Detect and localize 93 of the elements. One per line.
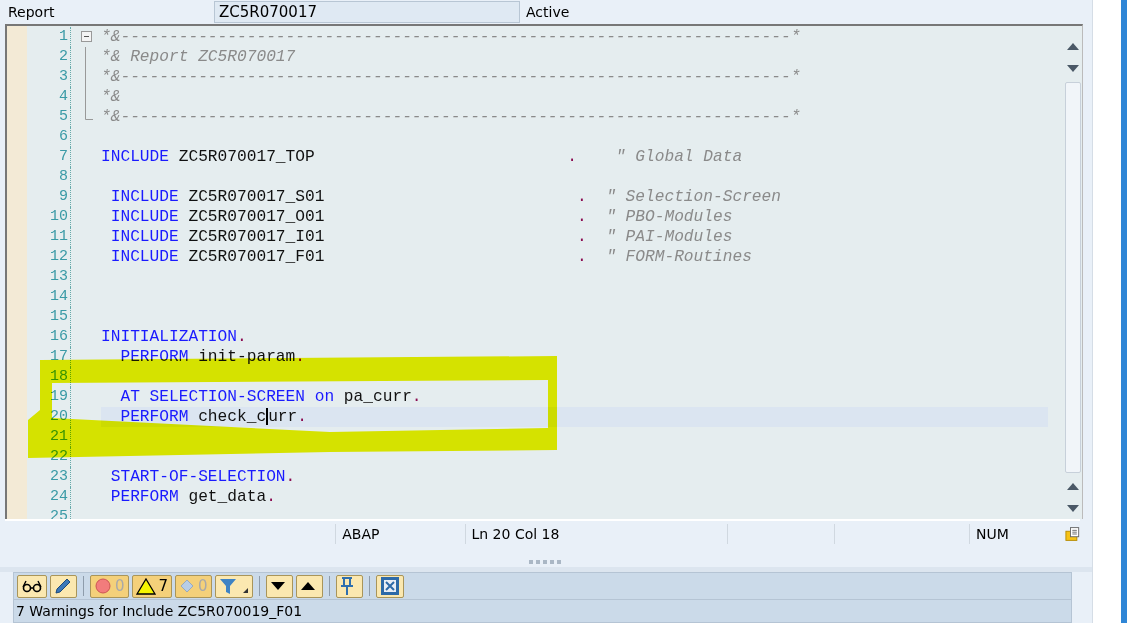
- scroll-down-icon[interactable]: [1067, 65, 1079, 73]
- code-token: INCLUDE: [109, 226, 179, 247]
- line-number: 7: [27, 146, 71, 167]
- code-token: INCLUDE: [109, 246, 179, 267]
- code-comment: *&---------------------------------------------------------------------*: [101, 66, 801, 87]
- down-arrow-icon: [269, 581, 286, 591]
- code-token: ZC5R070017_O01: [187, 206, 325, 227]
- code-token: .: [297, 406, 308, 427]
- code-token: .: [576, 246, 587, 267]
- pin-icon: [339, 576, 354, 596]
- line-number: 24: [27, 486, 71, 507]
- code-comment: " FORM-Routines: [605, 246, 752, 267]
- line-number: 13: [27, 266, 71, 287]
- code-token: AT SELECTION-SCREEN on: [119, 386, 335, 407]
- code-token: check_c: [197, 406, 267, 427]
- code-token: INCLUDE: [109, 186, 179, 207]
- code-comment: " PAI-Modules: [605, 226, 733, 247]
- line-number: 5: [27, 106, 71, 127]
- code-editor[interactable]: [5, 23, 1083, 520]
- line-number: 2: [27, 46, 71, 67]
- code-token: INCLUDE: [109, 206, 179, 227]
- message-text: 7 Warnings for Include ZC5R070019_F01: [15, 602, 304, 621]
- cursor-position: Ln 20 Col 18: [471, 526, 560, 543]
- filter-button[interactable]: [214, 574, 253, 598]
- warning-button[interactable]: 7: [131, 574, 173, 598]
- code-token: .: [266, 486, 276, 507]
- num-lock-indicator: NUM: [976, 526, 1009, 543]
- line-number: 8: [27, 166, 71, 187]
- info-icon: [179, 578, 196, 594]
- line-number: 3: [27, 66, 71, 87]
- code-token: .: [566, 146, 577, 167]
- code-token: .: [295, 346, 305, 367]
- code-token: .: [411, 386, 422, 407]
- code-token: ZC5R070017_I01: [187, 226, 325, 247]
- down-button[interactable]: [265, 574, 293, 598]
- text-cursor: [266, 408, 269, 426]
- code-token: ZC5R070017_F01: [187, 246, 325, 267]
- code-comment: *&---------------------------------------------------------------------*: [101, 26, 801, 47]
- code-comment: *& Report ZC5R070017: [101, 46, 296, 67]
- code-token: START-OF-SELECTION: [109, 466, 286, 487]
- close-icon: [379, 576, 400, 596]
- program-name-field[interactable]: ZC5R070017: [214, 0, 520, 23]
- close-button[interactable]: [375, 574, 404, 598]
- pin-button[interactable]: [335, 574, 363, 598]
- line-number: 16: [27, 326, 71, 347]
- clipboard-icon[interactable]: [1065, 526, 1080, 543]
- code-token: .: [576, 206, 587, 227]
- glasses-button[interactable]: [17, 574, 47, 598]
- filter-icon: [218, 577, 249, 595]
- code-token: INCLUDE: [101, 146, 169, 167]
- code-token: urr: [268, 406, 298, 427]
- splitter-grip[interactable]: [529, 560, 563, 564]
- code-comment: " Selection-Screen: [605, 186, 781, 207]
- scroll-up-icon[interactable]: [1067, 482, 1079, 490]
- scrollbar-thumb[interactable]: [1065, 81, 1081, 474]
- scroll-up-icon[interactable]: [1067, 43, 1079, 51]
- code-token: pa_curr: [342, 386, 412, 407]
- code-token: ZC5R070017_TOP: [177, 146, 315, 167]
- line-number: 9: [27, 186, 71, 207]
- status-text: Active: [526, 3, 570, 20]
- line-number: 14: [27, 286, 71, 307]
- warning-icon: [135, 577, 156, 595]
- line-number: 1: [27, 26, 71, 47]
- code-comment: *&: [101, 86, 121, 107]
- line-number: 11: [27, 226, 71, 247]
- line-number: 15: [27, 306, 71, 327]
- pencil-button[interactable]: [50, 574, 77, 598]
- up-arrow-icon: [299, 581, 316, 591]
- collapse-icon[interactable]: [80, 31, 92, 43]
- scroll-down-icon[interactable]: [1067, 504, 1079, 512]
- code-token: .: [576, 226, 587, 247]
- code-token: PERFORM: [109, 486, 179, 507]
- code-token: ZC5R070017_S01: [187, 186, 325, 207]
- code-token: get_data: [187, 486, 267, 507]
- code-token: .: [576, 186, 587, 207]
- error-icon: [94, 577, 112, 595]
- code-comment: *&---------------------------------------------------------------------*: [101, 106, 801, 127]
- code-token: INITIALIZATION: [101, 326, 237, 347]
- code-token: .: [237, 326, 247, 347]
- field-label: Report: [7, 3, 56, 20]
- code-token: PERFORM: [119, 406, 189, 427]
- glasses-icon: [21, 579, 43, 593]
- language-indicator: ABAP: [342, 526, 380, 543]
- line-number: 6: [27, 126, 71, 147]
- code-comment: " Global Data: [614, 146, 743, 167]
- line-number: 4: [27, 86, 71, 107]
- pencil-icon: [54, 577, 72, 595]
- line-number: 23: [27, 466, 71, 487]
- code-token: .: [285, 466, 296, 487]
- up-button[interactable]: [295, 574, 323, 598]
- code-comment: " PBO-Modules: [605, 206, 733, 227]
- line-number: 12: [27, 246, 71, 267]
- line-number: 10: [27, 206, 71, 227]
